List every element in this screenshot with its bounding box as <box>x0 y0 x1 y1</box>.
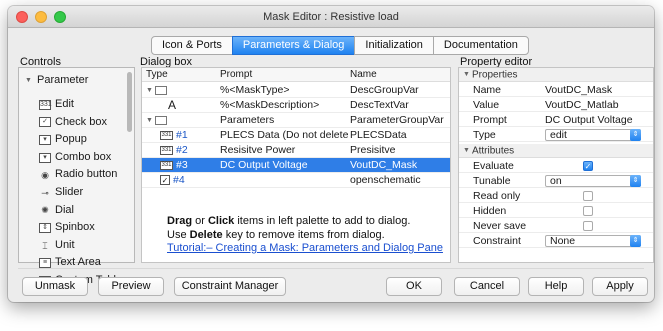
group-icon <box>154 86 167 95</box>
control-list: 331 Edit ✓ Check box ▾ Popup ▾ Combo box ◉ Ra… <box>39 96 122 290</box>
checkbox-icon: ✓ <box>39 117 51 128</box>
tab-documentation[interactable]: Documentation <box>432 36 529 55</box>
attr-row-read-only: Read only <box>459 189 653 203</box>
control-item-combo-box[interactable]: ▾ Combo box <box>39 149 122 167</box>
minimize-window-button[interactable] <box>35 11 47 23</box>
attr-row-tunable: Tunable on ⇕ <box>459 174 653 188</box>
apply-button[interactable]: Apply <box>592 277 648 296</box>
spinbox-icon: ⇕ <box>39 222 51 233</box>
grid-row-plecs-data[interactable]: 331 #1 PLECS Data (Do not delete ... PLEC… <box>142 128 450 143</box>
attr-row-never-save: Never save <box>459 219 653 233</box>
grid-row-openschematic[interactable]: ✓ #4 openschematic <box>142 173 450 188</box>
window-title: Mask Editor : Resistive load <box>263 11 399 23</box>
maximize-window-button[interactable] <box>54 11 66 23</box>
checkbox-icon: ✓ <box>160 175 170 186</box>
control-item-check-box[interactable]: ✓ Check box <box>39 114 122 132</box>
properties-section-header[interactable]: ▼ Properties <box>459 68 653 82</box>
unit-icon: ⌶ <box>42 240 48 251</box>
control-item-radio-button[interactable]: ◉ Radio button <box>39 166 122 184</box>
select-arrow-icon: ⇕ <box>630 175 641 187</box>
help-button[interactable]: Help <box>528 277 584 296</box>
parameter-group-header[interactable]: ▼ Parameter <box>25 74 88 86</box>
prop-row-type: Type edit ⇕ <box>459 128 653 142</box>
select-arrow-icon: ⇕ <box>630 129 641 141</box>
edit-icon: 331 <box>160 160 173 170</box>
attr-row-constraint: Constraint None ⇕ <box>459 234 653 248</box>
prop-row-name[interactable]: Name VoutDC_Mask <box>459 83 653 97</box>
edit-icon: 331 <box>39 99 52 110</box>
grid-row-parameter-group[interactable]: ▼ Parameters ParameterGroupVar <box>142 113 450 128</box>
collapse-triangle-icon: ▼ <box>463 147 470 154</box>
attr-row-evaluate: Evaluate ✓ <box>459 159 653 173</box>
select-arrow-icon: ⇕ <box>630 235 641 247</box>
combobox-icon: ▾ <box>39 152 51 163</box>
ok-button[interactable]: OK <box>386 277 442 296</box>
column-type[interactable]: Type <box>146 69 168 80</box>
tab-bar: Icon & Ports Parameters & Dialog Initial… <box>151 36 529 55</box>
prop-row-prompt[interactable]: Prompt DC Output Voltage <box>459 113 653 127</box>
read-only-checkbox[interactable] <box>583 191 593 201</box>
control-item-edit[interactable]: 331 Edit <box>39 96 122 114</box>
collapse-triangle-icon: ▼ <box>146 117 153 124</box>
title-bar: Mask Editor : Resistive load <box>8 6 654 28</box>
text-area-icon: ≡ <box>39 258 51 269</box>
constraint-select[interactable]: None ⇕ <box>545 235 641 247</box>
popup-icon: ▾ <box>39 134 51 145</box>
type-select[interactable]: edit ⇕ <box>545 129 641 141</box>
expand-triangle-icon: ▼ <box>25 76 32 84</box>
column-name[interactable]: Name <box>350 69 377 80</box>
controls-scrollbar[interactable] <box>127 72 132 132</box>
control-item-popup[interactable]: ▾ Popup <box>39 131 122 149</box>
tab-initialization[interactable]: Initialization <box>354 36 434 55</box>
constraint-manager-button[interactable]: Constraint Manager <box>174 277 286 296</box>
tunable-select[interactable]: on ⇕ <box>545 175 641 187</box>
edit-icon: 331 <box>160 145 173 155</box>
tutorial-link[interactable]: Tutorial:– Creating a Mask: Parameters a… <box>167 242 443 254</box>
grid-row-desc-group[interactable]: ▼ %<MaskType> DescGroupVar <box>142 83 450 98</box>
control-item-unit[interactable]: ⌶ Unit <box>39 237 122 255</box>
collapse-triangle-icon: ▼ <box>463 71 470 78</box>
property-editor: ▼ Properties Name VoutDC_Mask Value VoutDC_… <box>458 67 654 263</box>
unmask-button[interactable]: Unmask <box>22 277 88 296</box>
grid-row-dc-output-voltage[interactable]: 331 #3 DC Output Voltage VoutDC_Mask <box>142 158 450 173</box>
control-item-slider[interactable]: ⊸ Slider <box>39 184 122 202</box>
tab-icon-ports[interactable]: Icon & Ports <box>151 36 233 55</box>
hidden-checkbox[interactable] <box>583 206 593 216</box>
dial-icon: ✺ <box>41 205 49 216</box>
group-icon <box>154 116 167 125</box>
edit-icon: 331 <box>160 130 173 140</box>
controls-palette: ▼ Parameter 331 Edit ✓ Check box ▾ Popup ▾ C… <box>18 67 135 286</box>
never-save-checkbox[interactable] <box>583 221 593 231</box>
attributes-section-header[interactable]: ▼ Attributes <box>459 144 653 158</box>
tab-parameters-dialog[interactable]: Parameters & Dialog <box>231 36 356 55</box>
radio-button-icon: ◉ <box>41 170 49 181</box>
control-item-text-area[interactable]: ≡ Text Area <box>39 254 122 272</box>
close-window-button[interactable] <box>16 11 28 23</box>
grid-row-resistive-power[interactable]: 331 #2 Resisitve Power Presisitve <box>142 143 450 158</box>
slider-icon: ⊸ <box>41 187 49 198</box>
mask-editor-window: Mask Editor : Resistive load Icon & Port… <box>8 6 654 302</box>
collapse-triangle-icon: ▼ <box>146 87 153 94</box>
column-prompt[interactable]: Prompt <box>220 69 252 80</box>
attr-row-hidden: Hidden <box>459 204 653 218</box>
prop-row-value[interactable]: Value VoutDC_Matlab <box>459 98 653 112</box>
control-item-spinbox[interactable]: ⇕ Spinbox <box>39 219 122 237</box>
dialog-hint: Drag or Click items in left palette to a… <box>167 215 443 254</box>
button-divider <box>18 268 644 269</box>
grid-row-desc-text[interactable]: A %<MaskDescription> DescTextVar <box>142 98 450 113</box>
control-item-dial[interactable]: ✺ Dial <box>39 202 122 220</box>
evaluate-checkbox[interactable]: ✓ <box>583 161 593 171</box>
cancel-button[interactable]: Cancel <box>454 277 520 296</box>
preview-button[interactable]: Preview <box>98 277 164 296</box>
grid-header: Type Prompt Name <box>142 68 450 82</box>
